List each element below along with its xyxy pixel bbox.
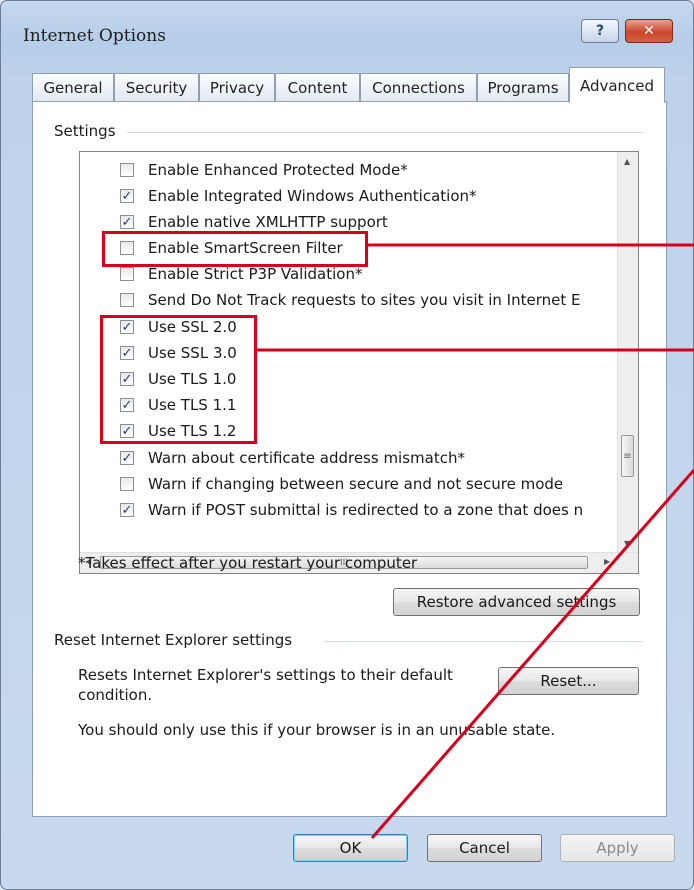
close-button[interactable]: ✕ — [625, 19, 673, 43]
setting-integrated-windows-auth[interactable]: ✓ Enable Integrated Windows Authenticati… — [120, 184, 477, 208]
tab-content[interactable]: Content — [275, 73, 360, 102]
setting-checkbox[interactable] — [120, 163, 134, 177]
scroll-down-icon[interactable]: ▼ — [624, 539, 630, 548]
internet-options-window: Internet Options ? ✕ General Security Pr… — [0, 0, 694, 890]
setting-checkbox[interactable]: ✓ — [120, 189, 134, 204]
tab-privacy[interactable]: Privacy — [199, 73, 275, 102]
setting-checkbox[interactable] — [120, 293, 134, 307]
tab-programs[interactable]: Programs — [477, 73, 569, 102]
reset-description-continued: condition. — [78, 686, 153, 704]
reset-group-divider — [323, 641, 643, 642]
reset-description: Resets Internet Explorer's settings to t… — [78, 666, 453, 684]
vertical-scroll-thumb[interactable]: ≡ — [621, 435, 634, 477]
scroll-right-icon[interactable]: ▶ — [604, 557, 610, 566]
setting-label: Enable Integrated Windows Authentication… — [148, 187, 477, 205]
apply-button[interactable]: Apply — [560, 834, 675, 862]
tab-connections[interactable]: Connections — [360, 73, 477, 102]
setting-enhanced-protected-mode[interactable]: Enable Enhanced Protected Mode* — [120, 158, 408, 182]
setting-checkbox[interactable] — [120, 267, 134, 281]
settings-group-divider — [127, 132, 643, 133]
restart-note: *Takes effect after you restart your com… — [78, 554, 418, 572]
window-title: Internet Options — [23, 26, 166, 46]
settings-group-title: Settings — [54, 122, 122, 140]
setting-label: Enable native XMLHTTP support — [148, 213, 388, 231]
setting-post-redirect[interactable]: ✓ Warn if POST submittal is redirected t… — [120, 498, 583, 522]
setting-label: Warn if POST submittal is redirected to … — [148, 501, 584, 519]
ok-button[interactable]: OK — [293, 834, 408, 862]
tab-advanced[interactable]: Advanced — [569, 67, 665, 103]
tab-general[interactable]: General — [32, 73, 114, 102]
vertical-scrollbar[interactable]: ▲ ≡ ▼ — [617, 152, 638, 555]
tab-security[interactable]: Security — [114, 73, 199, 102]
title-bar[interactable]: Internet Options ? ✕ — [1, 1, 693, 46]
ssl-tls-highlight-box — [100, 315, 257, 444]
close-icon: ✕ — [643, 23, 655, 39]
setting-checkbox[interactable]: ✓ — [120, 503, 134, 518]
scroll-up-icon[interactable]: ▲ — [624, 157, 630, 166]
setting-label: Send Do Not Track requests to sites you … — [148, 291, 581, 309]
cancel-button[interactable]: Cancel — [427, 834, 542, 862]
reset-button[interactable]: Reset... — [498, 667, 639, 695]
setting-checkbox[interactable]: ✓ — [120, 451, 134, 466]
setting-label: Warn about certificate address mismatch* — [148, 449, 465, 467]
setting-checkbox[interactable] — [120, 477, 134, 491]
setting-label: Warn if changing between secure and not … — [148, 475, 564, 493]
reset-group-title: Reset Internet Explorer settings — [54, 631, 299, 649]
help-icon: ? — [595, 23, 605, 39]
smartscreen-highlight-box — [102, 231, 368, 267]
setting-label: Enable Strict P3P Validation* — [148, 265, 363, 283]
restore-advanced-settings-button[interactable]: Restore advanced settings — [393, 588, 640, 616]
setting-checkbox[interactable]: ✓ — [120, 215, 134, 230]
reset-warning: You should only use this if your browser… — [78, 721, 556, 739]
setting-do-not-track[interactable]: Send Do Not Track requests to sites you … — [120, 288, 580, 312]
scroll-grip-icon: ≡ — [623, 450, 632, 462]
setting-cert-address-mismatch[interactable]: ✓ Warn about certificate address mismatc… — [120, 446, 465, 470]
help-button[interactable]: ? — [581, 19, 619, 43]
setting-label: Enable Enhanced Protected Mode* — [148, 161, 408, 179]
setting-secure-mode-change[interactable]: Warn if changing between secure and not … — [120, 472, 563, 496]
